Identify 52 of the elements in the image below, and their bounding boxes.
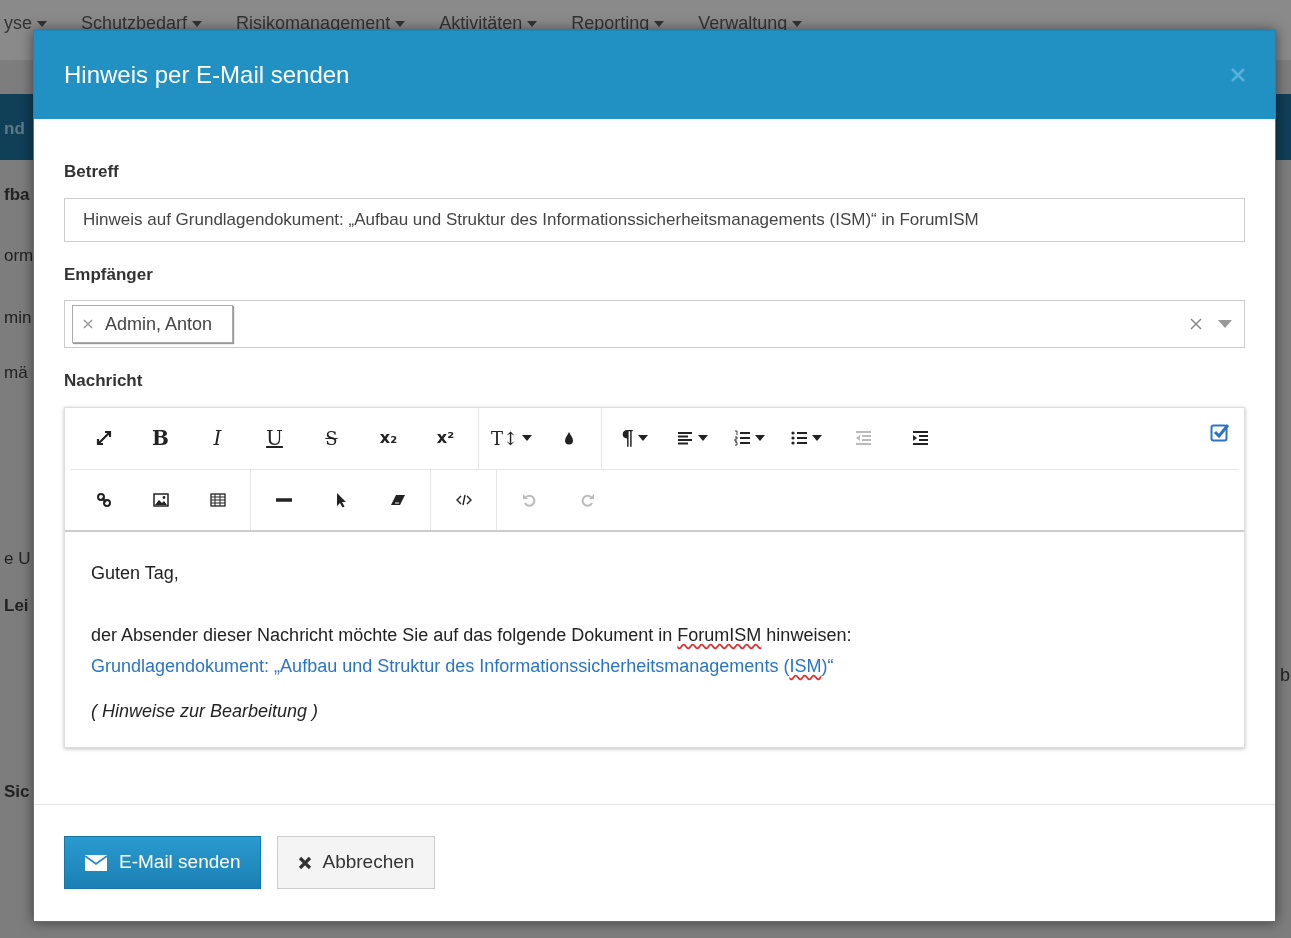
underline-button[interactable]: U (246, 418, 303, 458)
image-icon (151, 491, 170, 508)
align-left-icon (675, 430, 694, 446)
caret-icon (792, 21, 803, 28)
message-paragraph: Guten Tag, (91, 561, 180, 585)
remove-icon[interactable] (83, 319, 93, 329)
strikethrough-button[interactable]: S (303, 418, 360, 458)
indent-icon (910, 430, 929, 446)
document-link[interactable]: Grundlagendokument: „Aufbau und Struktur des Informationssicherheitsmanagements (ISM)“ (91, 650, 1218, 682)
bold-button[interactable]: B (132, 418, 189, 458)
line-icon (274, 497, 293, 502)
recipient-tag[interactable]: Admin, Anton (72, 305, 234, 343)
page-text: orm (4, 245, 34, 267)
font-size-button[interactable]: T↕ (483, 418, 540, 458)
paragraph-button[interactable]: ¶ (606, 418, 663, 458)
caret-icon (192, 21, 203, 28)
field-label: Betreff (64, 161, 119, 183)
field-label: Nachricht (64, 370, 143, 392)
editing-note: ( Hinweise zur Bearbeitung ) (91, 699, 320, 723)
page-text: b (1280, 664, 1290, 687)
message-paragraph: der Absender dieser Nachricht möchte Sie auf das folgende Dokument in ForumISM hinweisen: (91, 623, 853, 647)
caret-icon (527, 21, 538, 28)
expand-icon (94, 430, 113, 446)
dialog-title: Hinweis per E-Mail senden (64, 60, 350, 90)
table-icon (208, 491, 227, 508)
page-text: Lei (4, 595, 29, 617)
page-text: nd (4, 118, 25, 140)
caret-icon (654, 21, 665, 28)
caret-icon (37, 21, 47, 28)
field-label: Empfänger (64, 263, 153, 286)
caret-icon (395, 21, 406, 28)
outdent-icon (853, 430, 872, 446)
link-icon (94, 491, 113, 508)
superscript-button[interactable]: x² (417, 418, 474, 458)
close-icon (298, 855, 313, 870)
page-text: e U (4, 547, 31, 570)
envelope-icon (85, 854, 107, 871)
page-text: fba (4, 183, 30, 206)
page-text: mä (4, 362, 28, 384)
dropdown-arrow-icon[interactable] (1218, 320, 1232, 328)
nav-menu-item[interactable]: yse (4, 10, 47, 37)
bullet-list-icon (789, 430, 808, 446)
numbered-list-icon (732, 430, 751, 446)
recipient-select[interactable]: Admin, Anton (64, 300, 1245, 348)
italic-button[interactable]: I (189, 418, 246, 458)
subject-input[interactable]: Hinweis auf Grundlagendokument: „Aufbau und Struktur des Informationssicherheitsmanagements (ISM)“ in ForumISM (64, 197, 1245, 242)
send-email-button[interactable]: E-Mail senden (64, 836, 262, 889)
subscript-button[interactable]: x₂ (360, 418, 417, 458)
cancel-button[interactable]: Abbrechen (277, 836, 436, 889)
page-text: Sic (4, 780, 30, 803)
page-text: min (4, 306, 32, 329)
clear-icon[interactable] (1190, 318, 1202, 330)
